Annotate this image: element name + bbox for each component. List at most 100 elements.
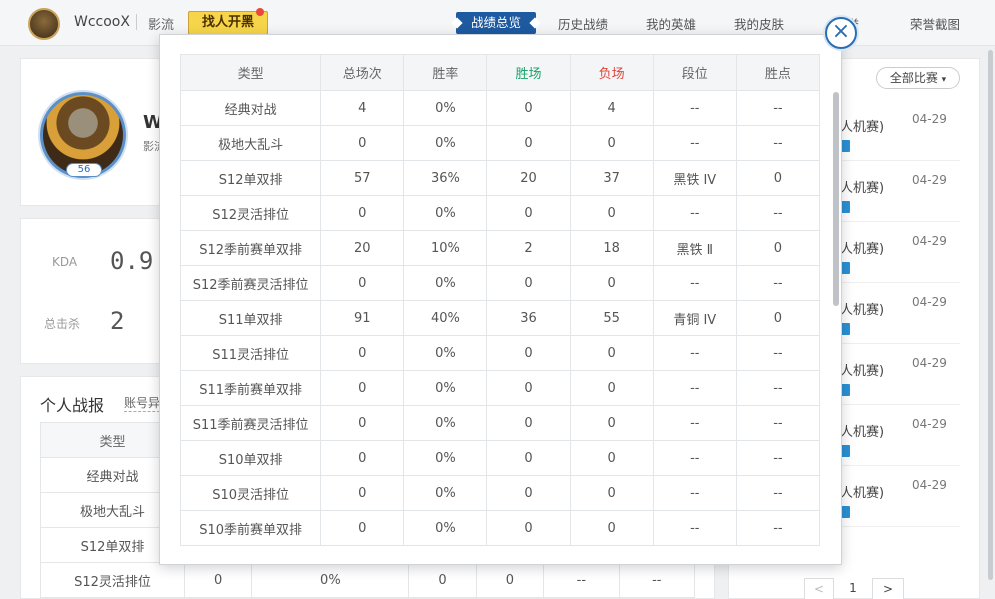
cell-winrate: 0% — [403, 195, 488, 231]
kda-value: 0.9 — [110, 247, 154, 275]
notification-dot — [256, 8, 264, 16]
kda-label: KDA — [52, 255, 78, 269]
cell-winrate: 0% — [403, 265, 488, 301]
match-item[interactable]: 人机赛) 04-29 — [836, 344, 960, 405]
cell-type: S12季前赛单双排 — [180, 230, 322, 266]
user-avatar[interactable] — [28, 8, 60, 40]
cell-type: S10季前赛单双排 — [180, 510, 322, 546]
table-row: S12季前赛单双排 20 10% 2 18 黑铁 Ⅱ0 — [180, 230, 820, 266]
cell-losses: 0 — [569, 475, 654, 511]
cell-winrate: 40% — [403, 300, 488, 336]
cell-wins: 0 — [486, 440, 571, 476]
page-scrollbar[interactable] — [988, 50, 993, 580]
stats-card — [20, 218, 160, 364]
table-row: S10季前赛单双排 0 0% 0 0 -- -- — [180, 510, 820, 546]
cell-total: 0 — [320, 335, 405, 371]
cell-rank: -- — [652, 405, 737, 441]
kills-label: 总击杀 — [44, 317, 81, 331]
close-icon: × — [831, 19, 851, 44]
cell-type: S10单双排 — [180, 440, 322, 476]
next-page-button[interactable]: > — [872, 578, 904, 599]
tab-overview[interactable]: 战绩总览 — [451, 12, 541, 34]
match-item[interactable]: 人机赛) 04-29 — [836, 100, 960, 161]
cell-type: S11季前赛单双排 — [180, 370, 322, 406]
cell-type: S11单双排 — [180, 300, 322, 336]
cell-losses: 0 — [569, 265, 654, 301]
cell-type: S12单双排 — [180, 160, 322, 196]
table-row: S11单双排 91 40% 36 55 青铜 IV 0 — [180, 300, 820, 336]
modal-table-scroll[interactable]: 类型 总场次 胜率 胜场 负场 段位 胜点 经典对战 4 0% 0 4 -- -- 极地大乱斗… — [180, 54, 820, 546]
cell-total: 0 — [320, 125, 405, 161]
cell-losses: 0 — [569, 405, 654, 441]
cell-losses: 55 — [569, 300, 654, 336]
cell-points: -- — [735, 475, 820, 511]
modal-scrollbar[interactable] — [833, 92, 839, 306]
current-page: 1 — [849, 581, 857, 595]
cell-total: 0 — [320, 510, 405, 546]
tab-heroes[interactable]: 我的英雄 — [646, 14, 696, 33]
cell-wins: 0 — [486, 335, 571, 371]
table-row: 经典对战 4 0% 0 4 -- -- — [180, 90, 820, 126]
cell-total: 0 — [320, 475, 405, 511]
match-item[interactable]: 人机赛) 04-29 — [836, 283, 960, 344]
cell-losses: 0 — [569, 195, 654, 231]
cell-losses: 18 — [569, 230, 654, 266]
prev-page-button[interactable]: < — [804, 578, 834, 599]
cell-rank: -- — [652, 335, 737, 371]
cell-wins: 0 — [486, 510, 571, 546]
cell-type: 极地大乱斗 — [180, 125, 322, 161]
table-row: S10灵活排位 0 0% 0 0 -- -- — [180, 475, 820, 511]
cell-rank: -- — [652, 125, 737, 161]
find-teammate-button[interactable]: 找人开黑 — [188, 8, 268, 35]
cell-wins: 0 — [486, 405, 571, 441]
cell-rank: -- — [652, 90, 737, 126]
cell-wins: 0 — [486, 265, 571, 301]
cell-total: 4 — [320, 90, 405, 126]
cell-winrate: 0% — [403, 510, 488, 546]
table-row: S11季前赛单双排 0 0% 0 0 -- -- — [180, 370, 820, 406]
tab-overview-label: 战绩总览 — [470, 15, 521, 30]
cell-rank: -- — [652, 195, 737, 231]
cell-rank: 黑铁 Ⅱ — [652, 230, 737, 266]
cell-points: -- — [735, 335, 820, 371]
table-row: S11灵活排位 0 0% 0 0 -- -- — [180, 335, 820, 371]
table-row: S12灵活排位 0 0% 0 0 -- -- — [180, 195, 820, 231]
match-item[interactable]: 人机赛) 04-29 — [836, 405, 960, 466]
tab-honor-screenshot[interactable]: 荣誉截图 — [910, 14, 960, 33]
cell-winrate: 0% — [403, 125, 488, 161]
account-link[interactable]: 账号异 — [124, 394, 161, 412]
cell-wins: 0 — [486, 195, 571, 231]
cell-winrate: 0% — [403, 405, 488, 441]
cell-type: S12灵活排位 — [180, 195, 322, 231]
cell-points: -- — [735, 510, 820, 546]
cell-losses: 0 — [569, 440, 654, 476]
close-button[interactable]: × — [825, 17, 857, 49]
cell-total: 0 — [320, 370, 405, 406]
cell-points: -- — [735, 125, 820, 161]
cell-winrate: 0% — [403, 475, 488, 511]
header-losses: 负场 — [569, 54, 654, 91]
tab-history[interactable]: 历史战绩 — [558, 14, 608, 33]
cell-points: 0 — [735, 160, 820, 196]
match-item[interactable]: 人机赛) 04-29 — [836, 466, 960, 527]
cell-wins: 2 — [486, 230, 571, 266]
table-header-row: 类型 总场次 胜率 胜场 负场 段位 胜点 — [180, 54, 820, 91]
chevron-down-icon: ▾ — [941, 75, 947, 85]
table-row: S10单双排 0 0% 0 0 -- -- — [180, 440, 820, 476]
cell-winrate: 10% — [403, 230, 488, 266]
match-item[interactable]: 人机赛) 04-29 — [836, 222, 960, 283]
cell-type: S11灵活排位 — [180, 335, 322, 371]
cell-type: S12季前赛灵活排位 — [180, 265, 322, 301]
cell-type: S10灵活排位 — [180, 475, 322, 511]
cell-wins: 0 — [486, 125, 571, 161]
match-item[interactable]: 人机赛) 04-29 — [836, 161, 960, 222]
cell-total: 91 — [320, 300, 405, 336]
level-badge: 56 — [66, 163, 102, 177]
cell-wins: 0 — [486, 475, 571, 511]
tab-skins[interactable]: 我的皮肤 — [734, 14, 784, 33]
cell-winrate: 0% — [403, 440, 488, 476]
divider — [136, 14, 137, 30]
cell-winrate: 0% — [403, 370, 488, 406]
match-filter-dropdown[interactable]: 全部比赛 ▾ — [876, 67, 960, 89]
cell-points: 0 — [735, 230, 820, 266]
